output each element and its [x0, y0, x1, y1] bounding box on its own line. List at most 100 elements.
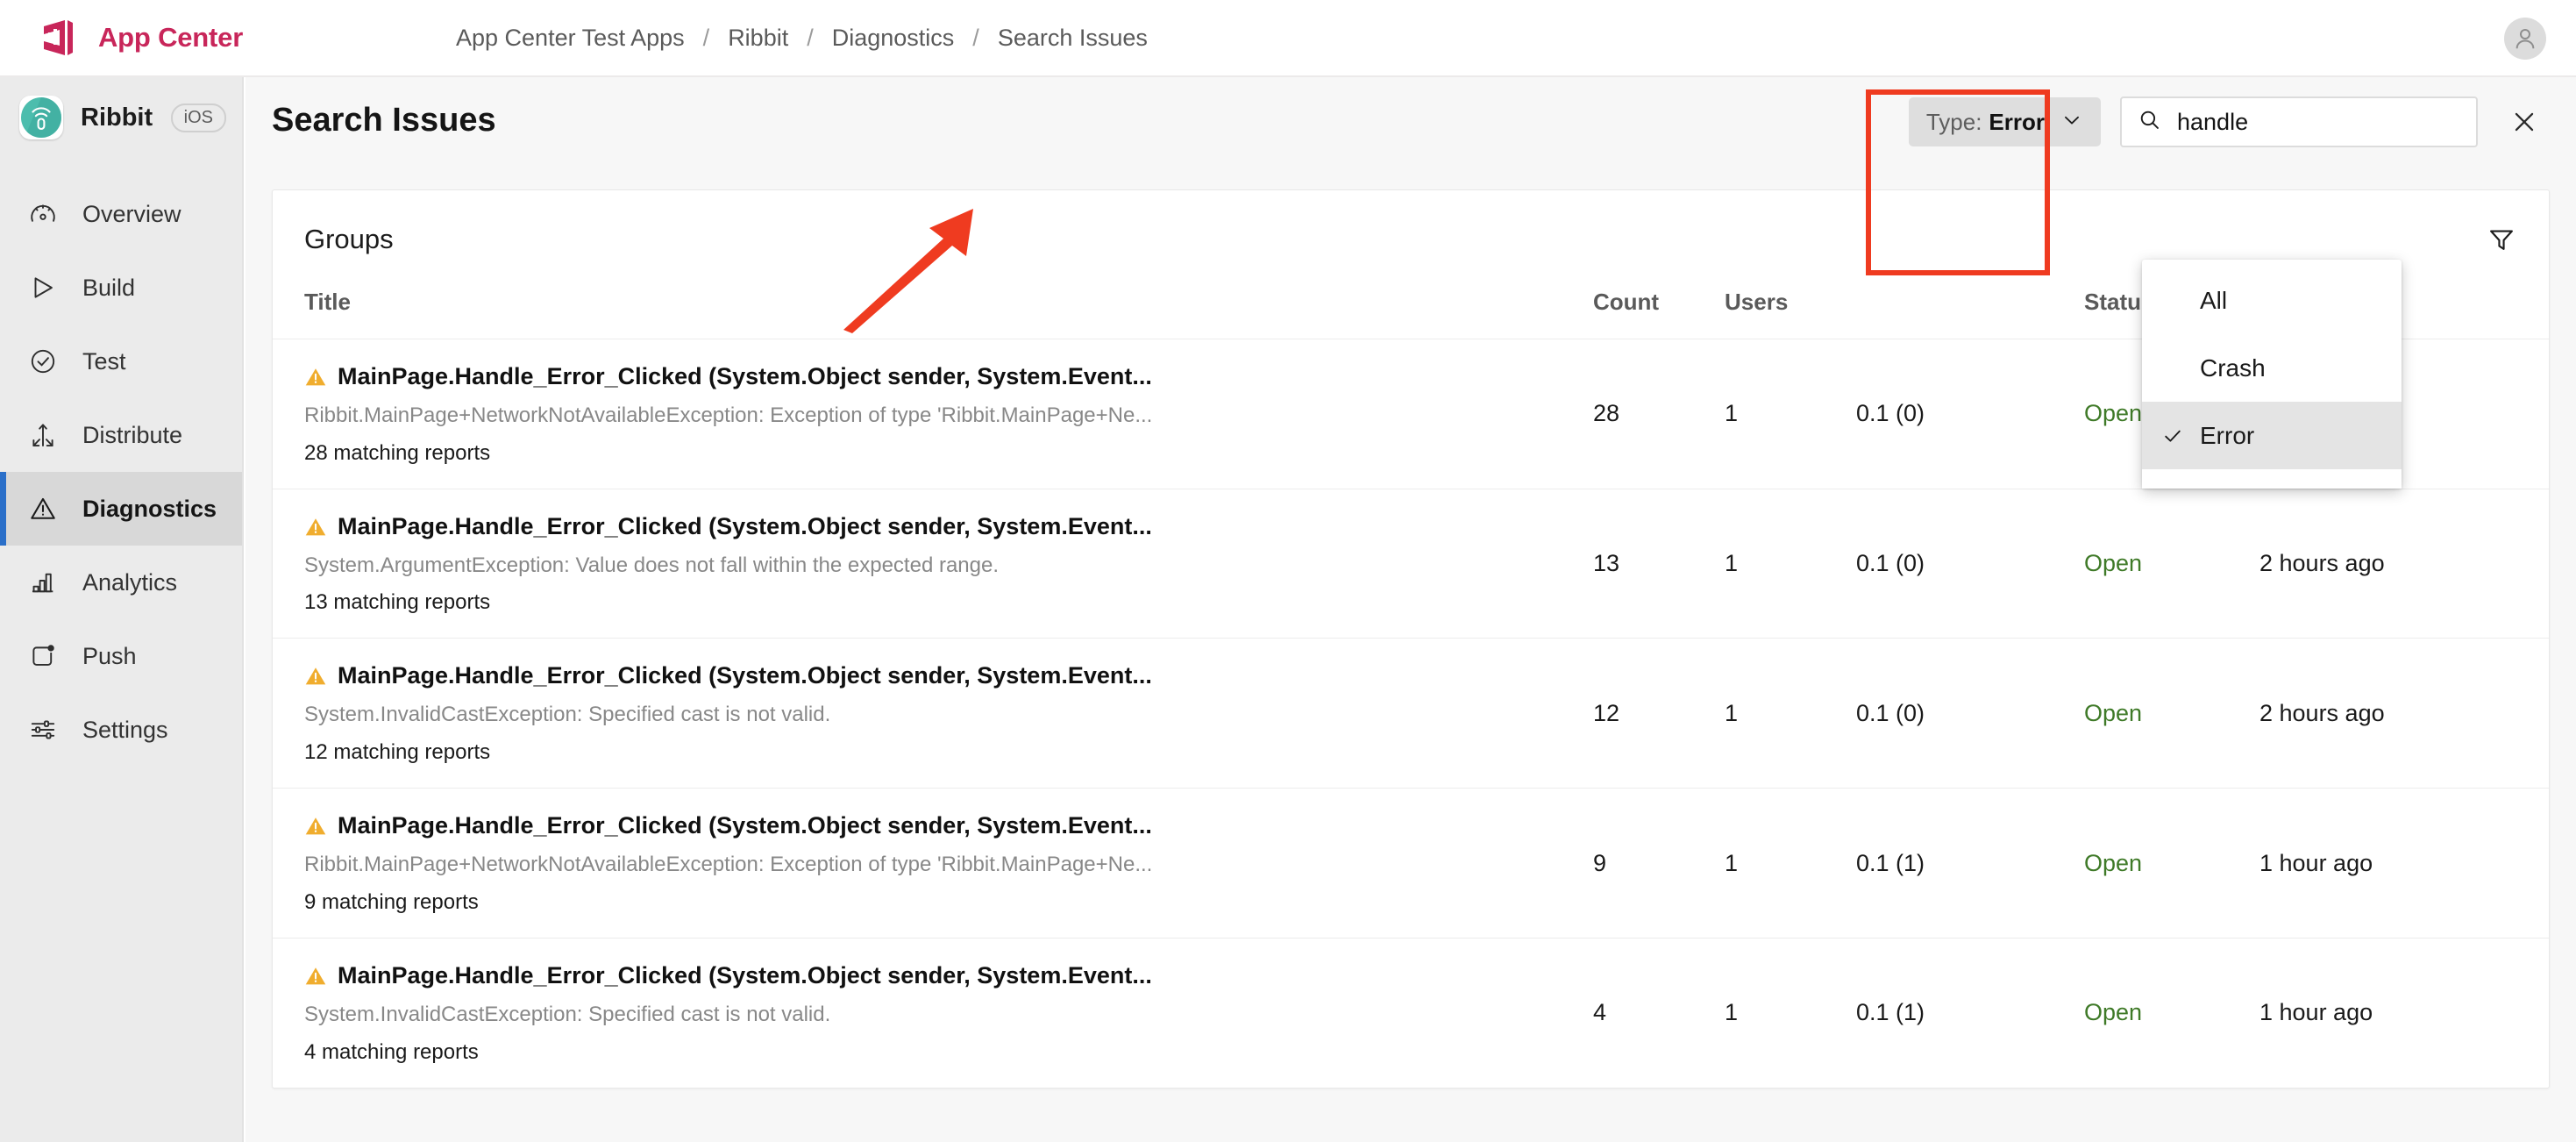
breadcrumb-item-3[interactable]: Search Issues	[998, 25, 1148, 52]
check-circle-icon	[26, 345, 60, 378]
warning-triangle-icon	[304, 665, 327, 695]
sidebar-item-diagnostics[interactable]: Diagnostics	[0, 472, 242, 546]
sidebar-item-label: Push	[82, 642, 137, 669]
issue-count: 28	[1593, 339, 1725, 489]
sidebar-nav: Overview Build Test Distribute Diagnosti…	[0, 177, 242, 767]
type-filter-option-label: Error	[2200, 421, 2255, 449]
funnel-filter-icon[interactable]	[2484, 222, 2519, 257]
column-header-users[interactable]: Users	[1725, 289, 1856, 339]
sidebar-item-push[interactable]: Push	[0, 619, 242, 693]
issue-version: 0.1 (0)	[1856, 488, 2084, 639]
issue-matching-reports: 4 matching reports	[304, 1039, 479, 1064]
sidebar-item-label: Diagnostics	[82, 495, 217, 522]
sidebar-item-label: Distribute	[82, 421, 183, 448]
column-header-title[interactable]: Title	[273, 289, 1593, 339]
issue-version: 0.1 (0)	[1856, 638, 2084, 789]
warning-triangle-icon	[304, 516, 327, 546]
breadcrumb-item-0[interactable]: App Center Test Apps	[456, 25, 685, 52]
issue-title-cell[interactable]: MainPage.Handle_Error_Clicked (System.Ob…	[273, 638, 1593, 789]
platform-badge: iOS	[170, 103, 226, 132]
search-input[interactable]: handle	[2120, 96, 2478, 147]
issue-title: MainPage.Handle_Error_Clicked (System.Ob…	[304, 961, 1574, 995]
warning-triangle-icon	[304, 815, 327, 845]
issue-subtitle: System.InvalidCastException: Specified c…	[304, 1002, 831, 1026]
type-filter-option-error[interactable]: Error	[2142, 402, 2402, 469]
column-header-count[interactable]: Count	[1593, 289, 1725, 339]
issue-title: MainPage.Handle_Error_Clicked (System.Ob…	[304, 811, 1574, 845]
sidebar: Ribbit iOS Overview Build Test Distribut…	[0, 77, 244, 1142]
issue-title-cell[interactable]: MainPage.Handle_Error_Clicked (System.Ob…	[273, 937, 1593, 1088]
issue-subtitle: System.InvalidCastException: Specified c…	[304, 703, 831, 727]
issue-last-report: 1 hour ago	[2259, 788, 2549, 939]
breadcrumb-separator: /	[807, 24, 814, 51]
type-filter-dropdown[interactable]: Type: Error	[1908, 97, 2101, 146]
distribute-icon	[26, 418, 60, 452]
card-title: Groups	[304, 224, 394, 254]
search-icon	[2138, 108, 2161, 136]
issue-count: 13	[1593, 488, 1725, 639]
close-icon[interactable]	[2504, 102, 2544, 142]
sidebar-item-test[interactable]: Test	[0, 325, 242, 398]
issue-status: Open	[2084, 788, 2259, 939]
sidebar-item-distribute[interactable]: Distribute	[0, 398, 242, 472]
issue-users: 1	[1725, 339, 1856, 489]
issue-title: MainPage.Handle_Error_Clicked (System.Ob…	[304, 512, 1574, 546]
sidebar-item-overview[interactable]: Overview	[0, 177, 242, 251]
warning-triangle-icon	[26, 492, 60, 525]
sidebar-item-build[interactable]: Build	[0, 251, 242, 325]
issue-subtitle: System.ArgumentException: Value does not…	[304, 553, 1000, 577]
issue-last-report: 2 hours ago	[2259, 488, 2549, 639]
bar-chart-icon	[26, 566, 60, 599]
breadcrumb-separator: /	[702, 24, 710, 51]
type-filter-option-label: Crash	[2200, 353, 2266, 382]
ribbit-app-icon	[19, 96, 63, 139]
page-title: Search Issues	[272, 102, 496, 139]
breadcrumb: App Center Test Apps / Ribbit / Diagnost…	[456, 25, 1148, 52]
issue-matching-reports: 13 matching reports	[304, 590, 491, 615]
issue-title-cell[interactable]: MainPage.Handle_Error_Clicked (System.Ob…	[273, 788, 1593, 939]
issue-matching-reports: 9 matching reports	[304, 889, 479, 914]
sidebar-item-settings[interactable]: Settings	[0, 693, 242, 767]
sidebar-item-label: Test	[82, 347, 126, 375]
sidebar-item-label: Settings	[82, 716, 168, 743]
issue-version: 0.1 (1)	[1856, 788, 2084, 939]
brand[interactable]: App Center	[0, 18, 456, 58]
avatar[interactable]	[2504, 18, 2546, 60]
sidebar-app-name: Ribbit	[81, 103, 153, 132]
issue-title: MainPage.Handle_Error_Clicked (System.Ob…	[304, 362, 1574, 396]
issue-subtitle: Ribbit.MainPage+NetworkNotAvailableExcep…	[304, 853, 1153, 877]
type-filter-value: Error	[1989, 108, 2045, 135]
issue-title-text: MainPage.Handle_Error_Clicked (System.Ob…	[338, 662, 1152, 689]
issue-status: Open	[2084, 488, 2259, 639]
table-row[interactable]: MainPage.Handle_Error_Clicked (System.Ob…	[273, 937, 2549, 1088]
page-header: Search Issues Type: Error handle	[246, 77, 2576, 182]
issue-count: 12	[1593, 638, 1725, 789]
issue-title-cell[interactable]: MainPage.Handle_Error_Clicked (System.Ob…	[273, 488, 1593, 639]
type-filter-option-crash[interactable]: Crash	[2142, 334, 2402, 402]
table-row[interactable]: MainPage.Handle_Error_Clicked (System.Ob…	[273, 788, 2549, 939]
issue-title-cell[interactable]: MainPage.Handle_Error_Clicked (System.Ob…	[273, 339, 1593, 489]
app-root: App Center App Center Test Apps / Ribbit…	[0, 0, 2576, 1142]
type-filter-label: Type:	[1925, 108, 1982, 135]
chevron-down-icon	[2060, 109, 2083, 136]
issue-title-text: MainPage.Handle_Error_Clicked (System.Ob…	[338, 512, 1152, 539]
sidebar-item-analytics[interactable]: Analytics	[0, 546, 242, 619]
table-row[interactable]: MainPage.Handle_Error_Clicked (System.Ob…	[273, 638, 2549, 789]
issue-last-report: 1 hour ago	[2259, 937, 2549, 1088]
top-bar: App Center App Center Test Apps / Ribbit…	[0, 0, 2576, 77]
issue-matching-reports: 28 matching reports	[304, 440, 491, 465]
table-row[interactable]: MainPage.Handle_Error_Clicked (System.Ob…	[273, 488, 2549, 639]
issue-version: 0.1 (0)	[1856, 339, 2084, 489]
issue-title: MainPage.Handle_Error_Clicked (System.Ob…	[304, 661, 1574, 695]
push-notification-icon	[26, 639, 60, 673]
breadcrumb-item-1[interactable]: Ribbit	[728, 25, 788, 52]
type-filter-option-all[interactable]: All	[2142, 267, 2402, 334]
app-center-logo-icon	[39, 18, 79, 58]
main-content: Search Issues Type: Error handle Groups …	[246, 77, 2576, 1142]
issue-count: 4	[1593, 937, 1725, 1088]
breadcrumb-item-2[interactable]: Diagnostics	[832, 25, 955, 52]
check-icon	[2160, 425, 2186, 447]
issue-status: Open	[2084, 937, 2259, 1088]
column-header-version[interactable]	[1856, 289, 2084, 339]
sidebar-app-header[interactable]: Ribbit iOS	[0, 77, 242, 158]
